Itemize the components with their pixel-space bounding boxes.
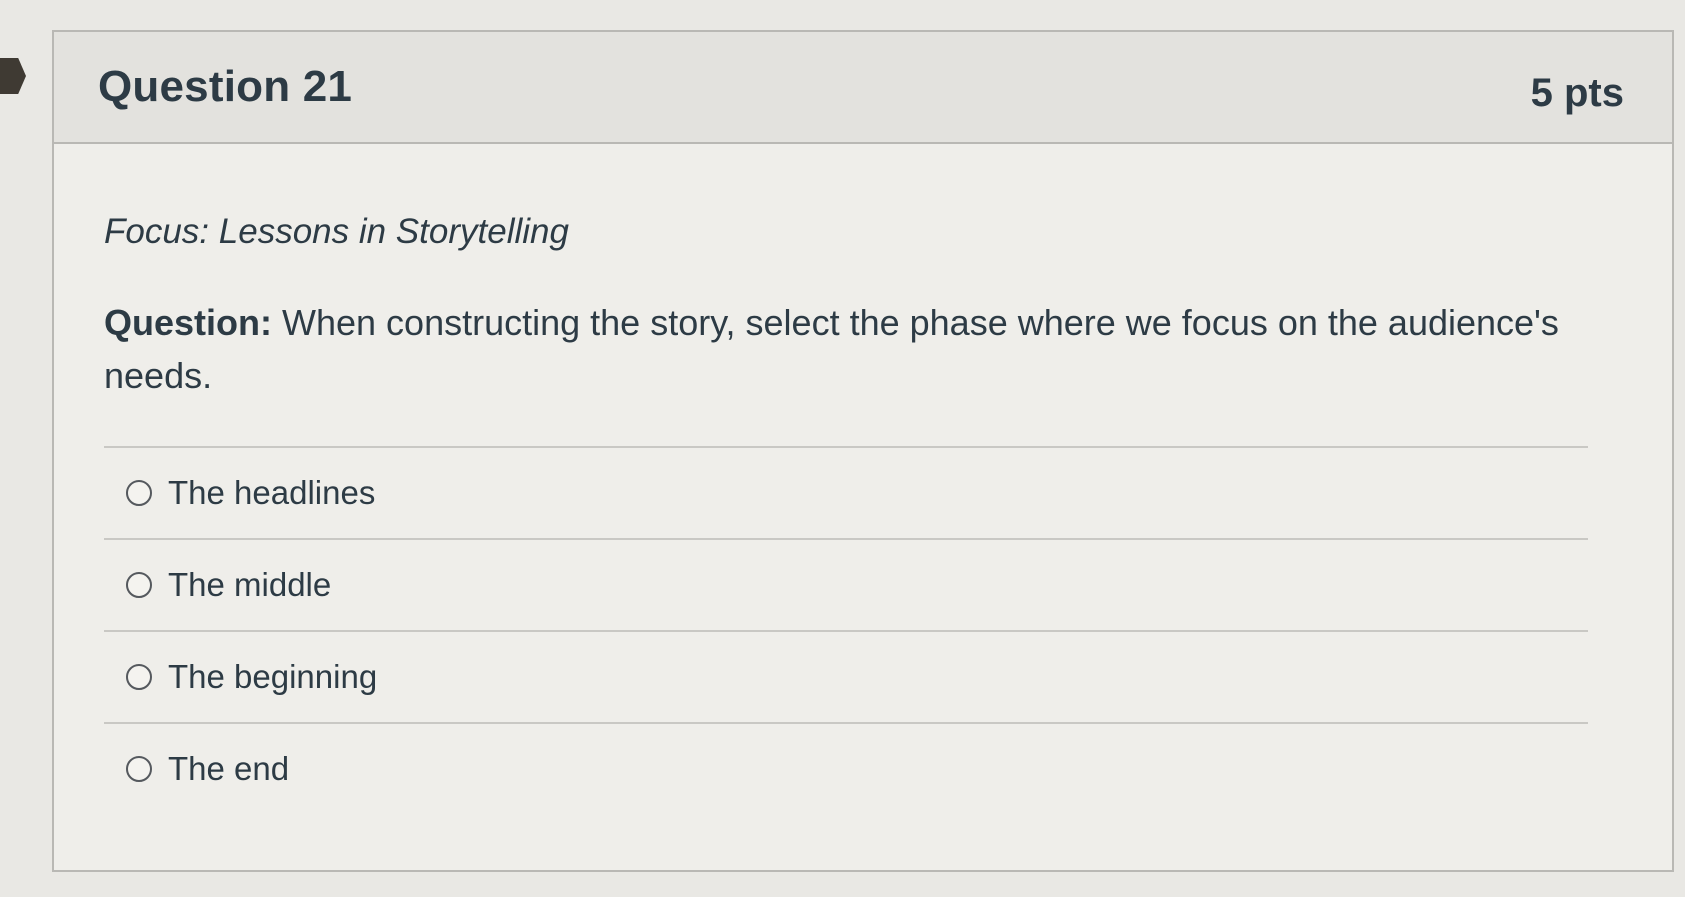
answer-list: The headlines The middle The beginning T…: [104, 446, 1588, 814]
question-title: Question 21: [98, 62, 353, 111]
radio-button[interactable]: [126, 480, 152, 506]
answer-option[interactable]: The end: [104, 724, 1588, 814]
question-prompt-text: When constructing the story, select the …: [104, 302, 1559, 396]
question-header: Question 21 5 pts: [54, 32, 1672, 144]
question-prompt: Question: When constructing the story, s…: [104, 296, 1592, 402]
answer-label: The middle: [168, 566, 332, 603]
answer-option[interactable]: The headlines: [104, 448, 1588, 540]
question-points: 5 pts: [1530, 70, 1624, 115]
question-card: Question 21 5 pts Focus: Lessons in Stor…: [52, 30, 1674, 872]
answer-label: The beginning: [168, 658, 378, 695]
radio-button[interactable]: [126, 664, 152, 690]
answer-option[interactable]: The middle: [104, 540, 1588, 632]
radio-button[interactable]: [126, 756, 152, 782]
question-prompt-label: Question:: [104, 302, 272, 343]
question-body: Focus: Lessons in Storytelling Question:…: [54, 144, 1672, 814]
focus-text: Focus: Lessons in Storytelling: [104, 212, 569, 251]
radio-button[interactable]: [126, 572, 152, 598]
flag-icon[interactable]: [0, 58, 26, 94]
answer-option[interactable]: The beginning: [104, 632, 1588, 724]
answer-label: The headlines: [168, 474, 376, 511]
answer-label: The end: [168, 750, 290, 787]
